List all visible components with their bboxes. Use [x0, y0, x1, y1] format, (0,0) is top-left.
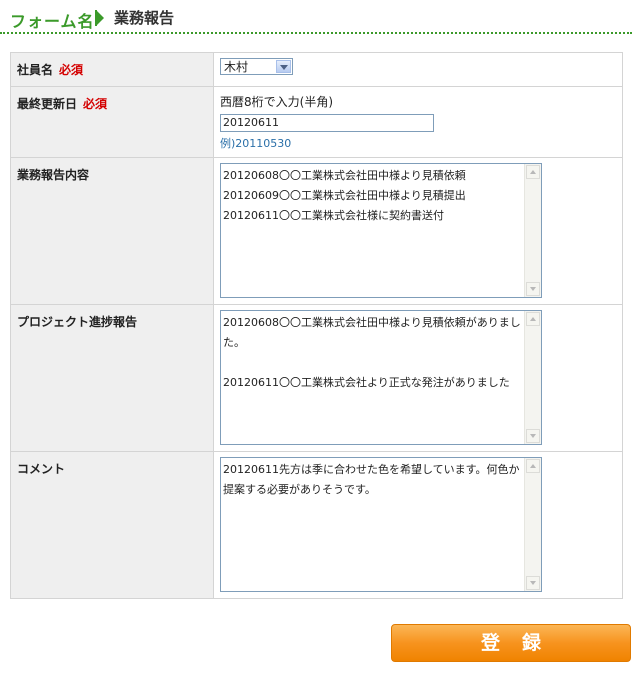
report-value-cell: 20120608〇〇工業株式会社田中様より見積依頼 20120609〇〇工業株式… [213, 157, 623, 305]
comment-row: コメント 20120611先方は季に合わせた色を希望しています。何色か提案する必… [10, 451, 623, 599]
comment-text: 20120611先方は季に合わせた色を希望しています。何色か提案する必要がありそ… [223, 463, 520, 496]
scrollbar[interactable] [524, 164, 541, 297]
project-textarea[interactable]: 20120608〇〇工業株式会社田中様より見積依頼がありました。 2012061… [220, 310, 542, 445]
chevron-down-icon[interactable] [276, 60, 291, 73]
employee-select[interactable]: 木村 [220, 58, 293, 75]
last-update-row: 最終更新日 必須 西暦8桁で入力(半角) 20120611 例)20110530 [10, 86, 623, 158]
comment-label-cell: コメント [10, 451, 214, 599]
project-value-cell: 20120608〇〇工業株式会社田中様より見積依頼がありました。 2012061… [213, 304, 623, 452]
last-update-label-cell: 最終更新日 必須 [10, 86, 214, 158]
project-label-cell: プロジェクト進捗報告 [10, 304, 214, 452]
employee-label: 社員名 [17, 63, 54, 77]
required-badge: 必須 [83, 97, 108, 111]
report-row: 業務報告内容 20120608〇〇工業株式会社田中様より見積依頼 2012060… [10, 157, 623, 305]
employee-select-value: 木村 [224, 60, 249, 74]
report-text: 20120608〇〇工業株式会社田中様より見積依頼 20120609〇〇工業株式… [223, 169, 466, 222]
report-textarea[interactable]: 20120608〇〇工業株式会社田中様より見積依頼 20120609〇〇工業株式… [220, 163, 542, 298]
report-form: 社員名 必須 木村 最終更新日 必須 西暦8桁で入力(半角) 20120611 例)… [10, 52, 623, 599]
scroll-down-icon[interactable] [526, 576, 540, 590]
scroll-up-icon[interactable] [526, 312, 540, 326]
comment-value-cell: 20120611先方は季に合わせた色を希望しています。何色か提案する必要がありそ… [213, 451, 623, 599]
last-update-input[interactable]: 20120611 [220, 114, 434, 132]
page-title: 業務報告 [114, 9, 175, 27]
employee-value-cell: 木村 [213, 52, 623, 87]
report-label-cell: 業務報告内容 [10, 157, 214, 305]
project-text: 20120608〇〇工業株式会社田中様より見積依頼がありました。 2012061… [223, 316, 521, 389]
employee-label-cell: 社員名 必須 [10, 52, 214, 87]
scroll-up-icon[interactable] [526, 165, 540, 179]
form-header: フォーム名 業務報告 [0, 0, 632, 34]
last-update-label: 最終更新日 [17, 97, 78, 111]
submit-button[interactable]: 登録 [391, 624, 631, 662]
scrollbar[interactable] [524, 311, 541, 444]
date-format-note: 西暦8桁で入力(半角) [220, 95, 333, 109]
scroll-down-icon[interactable] [526, 429, 540, 443]
required-badge: 必須 [59, 63, 84, 77]
comment-label: コメント [17, 462, 66, 476]
project-row: プロジェクト進捗報告 20120608〇〇工業株式会社田中様より見積依頼がありま… [10, 304, 623, 452]
scrollbar[interactable] [524, 458, 541, 591]
date-example: 例)20110530 [220, 137, 292, 150]
scroll-up-icon[interactable] [526, 459, 540, 473]
last-update-value-cell: 西暦8桁で入力(半角) 20120611 例)20110530 [213, 86, 623, 158]
form-name-label: フォーム名 [10, 12, 95, 31]
comment-textarea[interactable]: 20120611先方は季に合わせた色を希望しています。何色か提案する必要がありそ… [220, 457, 542, 592]
report-label: 業務報告内容 [17, 168, 90, 182]
project-label: プロジェクト進捗報告 [17, 315, 138, 329]
employee-row: 社員名 必須 木村 [10, 52, 623, 87]
arrow-right-icon [97, 11, 104, 25]
scroll-down-icon[interactable] [526, 282, 540, 296]
